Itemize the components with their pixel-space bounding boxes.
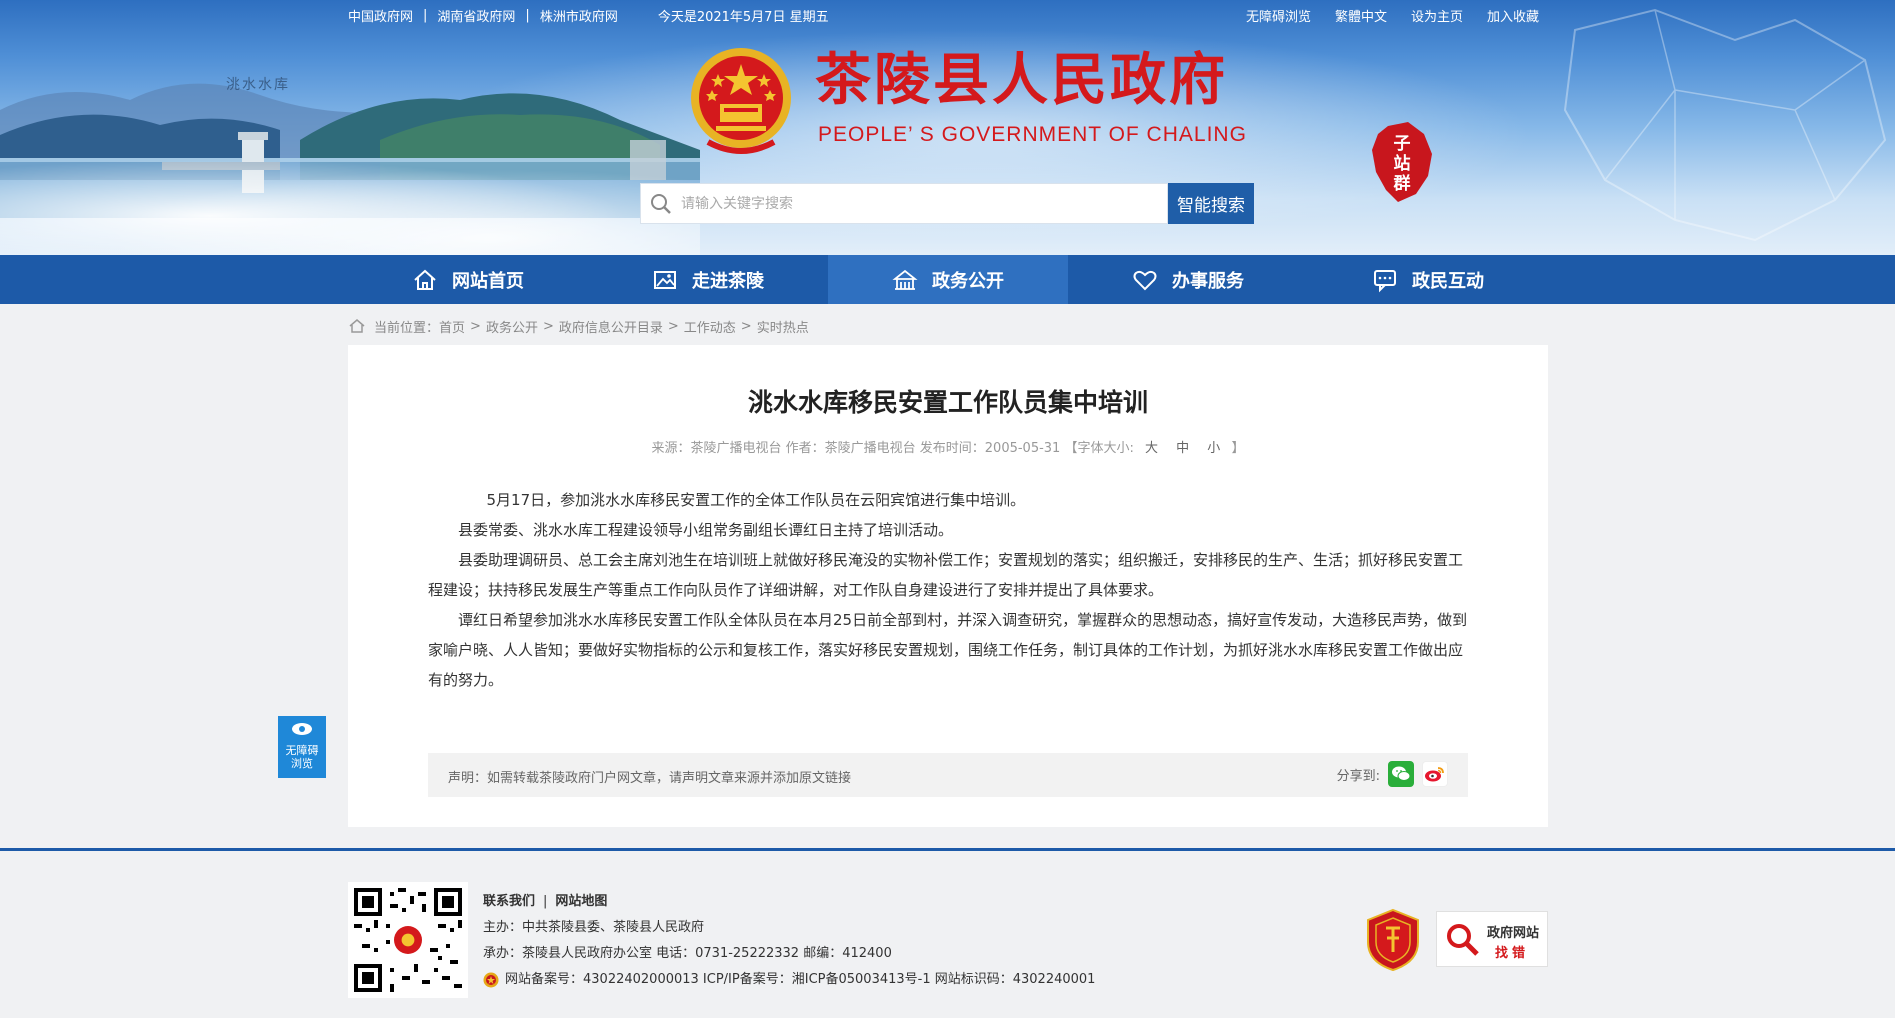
footer-record: 网站备案号：43022402000013 ICP/IP备案号：湘ICP备0500…: [505, 972, 1096, 987]
qr-code: [348, 882, 468, 998]
heart-icon: [1133, 270, 1157, 290]
clouds: [0, 150, 700, 255]
building-icon: [892, 269, 918, 290]
footer-links: 联系我们 | 网站地图: [483, 889, 1095, 915]
paragraph: 谭红日希望参加洮水水库移民安置工作队全体队员在本月25日前全部到村，并深入调查研…: [428, 611, 1468, 689]
font-size-large[interactable]: 大: [1145, 441, 1158, 456]
statement-text: 声明：如需转载茶陵政府门户网文章，请声明文章来源并添加原文链接: [448, 771, 852, 786]
article-body: 5月17日，参加洮水水库移民安置工作的全体工作队员在云阳宾馆进行集中培训。 县委…: [428, 485, 1468, 695]
nav-item-label: 走进茶陵: [692, 270, 764, 292]
paragraph: 5月17日，参加洮水水库移民安置工作的全体工作队员在云阳宾馆进行集中培训。: [486, 491, 1026, 509]
add-favorite-link[interactable]: 加入收藏: [1487, 6, 1539, 25]
home-icon: [414, 269, 436, 290]
footer-sponsor: 主办：中共茶陵县委、茶陵县人民政府: [483, 920, 705, 935]
eye-icon: [292, 723, 312, 735]
scene-label: 洮水水库: [226, 77, 290, 93]
accessibility-float-button[interactable]: 无障碍 浏览: [278, 716, 326, 778]
link-gov-hunan[interactable]: 湖南省政府网: [437, 6, 515, 25]
search-box: [640, 183, 1168, 224]
wechat-icon[interactable]: [1388, 761, 1414, 787]
find-error-button[interactable]: 政府网站 找错: [1436, 911, 1548, 967]
main-nav: 网站首页 走进茶陵 政务公开 办事服务 政民互动: [0, 255, 1895, 304]
findbug-line1: 政府网站: [1487, 926, 1540, 941]
accessibility-line2: 浏览: [291, 757, 313, 770]
breadcrumb-hot-topics[interactable]: 实时热点: [757, 317, 809, 336]
footer-record-line: 网站备案号：43022402000013 ICP/IP备案号：湘ICP备0500…: [483, 967, 1095, 993]
breadcrumb-gov-affairs[interactable]: 政务公开: [486, 317, 538, 336]
contact-us-link[interactable]: 联系我们: [483, 894, 535, 909]
accessibility-link[interactable]: 无障碍浏览: [1246, 6, 1311, 25]
site-subtitle: PEOPLE’ S GOVERNMENT OF CHALING: [818, 123, 1247, 146]
smart-search-button[interactable]: 智能搜索: [1168, 183, 1254, 224]
breadcrumb-info-catalog[interactable]: 政府信息公开目录: [559, 317, 663, 336]
nav-item-label: 政民互动: [1412, 270, 1484, 292]
copyright-statement: 声明：如需转载茶陵政府门户网文章，请声明文章来源并添加原文链接 分享到:: [428, 753, 1468, 797]
separator: |: [525, 8, 530, 23]
today-date: 今天是2021年5月7日 星期五: [657, 10, 829, 25]
separator: |: [423, 8, 428, 23]
nav-item-gov-affairs[interactable]: 政务公开: [828, 255, 1068, 304]
paragraph: 县委常委、洮水水库工程建设领导小组常务副组长谭红日主持了培训活动。: [458, 521, 954, 539]
footer-organizer: 承办：茶陵县人民政府办公室 电话：0731-25222332 邮编：412400: [483, 946, 892, 961]
search-icon: [641, 193, 681, 215]
font-size-medium[interactable]: 中: [1176, 441, 1189, 456]
breadcrumb-separator: >: [667, 318, 679, 334]
meta-text: 来源：茶陵广播电视台 作者：茶陵广播电视台 发布时间：2005-05-31 【字…: [651, 441, 1134, 456]
search-bar: 智能搜索: [640, 183, 1254, 224]
sitemap-link[interactable]: 网站地图: [555, 894, 607, 909]
national-emblem-icon: [691, 48, 791, 154]
link-gov-zhuzhou[interactable]: 株洲市政府网: [540, 6, 618, 25]
findbug-line2: 找错: [1495, 946, 1530, 961]
subsite-label[interactable]: 子站群: [1392, 134, 1412, 194]
weibo-icon[interactable]: [1422, 761, 1448, 787]
nav-item-label: 政务公开: [932, 270, 1004, 292]
share-label: 分享到:: [1336, 768, 1380, 784]
share-bar: 分享到:: [1337, 761, 1448, 787]
county-map-outline: [1563, 8, 1887, 242]
accessibility-line1: 无障碍: [285, 744, 319, 757]
nav-item-services[interactable]: 办事服务: [1068, 255, 1308, 304]
footer-info: 联系我们 | 网站地图 主办：中共茶陵县委、茶陵县人民政府 承办：茶陵县人民政府办公…: [483, 889, 1095, 993]
nav-item-label: 办事服务: [1172, 270, 1244, 292]
picture-icon: [654, 270, 676, 289]
link-gov-china[interactable]: 中国政府网: [348, 6, 413, 25]
breadcrumb-home[interactable]: 首页: [439, 317, 465, 336]
qr-code-image: [354, 888, 462, 992]
footer: 联系我们 | 网站地图 主办：中共茶陵县委、茶陵县人民政府 承办：茶陵县人民政府办公…: [0, 848, 1895, 1018]
nav-item-interaction[interactable]: 政民互动: [1308, 255, 1548, 304]
party-gov-badge-icon[interactable]: [1366, 908, 1420, 972]
article-panel: 洮水水库移民安置工作队员集中培训 来源：茶陵广播电视台 作者：茶陵广播电视台 发…: [348, 345, 1548, 827]
chat-icon: [1374, 269, 1396, 292]
font-size-small[interactable]: 小: [1207, 441, 1220, 456]
meta-end: 】: [1231, 441, 1245, 456]
breadcrumb-prefix: 当前位置：: [374, 320, 440, 336]
set-homepage-link[interactable]: 设为主页: [1411, 6, 1463, 25]
magnifier-icon: [1447, 924, 1479, 956]
home-icon: [349, 319, 365, 333]
breadcrumb-separator: >: [740, 318, 752, 334]
breadcrumb-work-news[interactable]: 工作动态: [684, 317, 736, 336]
breadcrumb-separator: >: [542, 318, 554, 334]
police-badge-icon: [483, 972, 499, 988]
top-bar: 中国政府网 | 湖南省政府网 | 株洲市政府网 今天是2021年5月7日 星期五…: [0, 6, 1895, 26]
article-meta: 来源：茶陵广播电视台 作者：茶陵广播电视台 发布时间：2005-05-31 【字…: [348, 437, 1548, 456]
traditional-chinese-link[interactable]: 繁體中文: [1335, 6, 1387, 25]
nav-item-about-chaling[interactable]: 走进茶陵: [588, 255, 828, 304]
breadcrumb: 当前位置： 首页 > 政务公开 > 政府信息公开目录 > 工作动态 > 实时热点: [348, 316, 809, 336]
search-input[interactable]: [681, 184, 1167, 223]
nav-item-label: 网站首页: [452, 270, 524, 292]
separator: |: [543, 894, 548, 909]
paragraph: 县委助理调研员、总工会主席刘池生在培训班上就做好移民淹没的实物补偿工作；安置规划…: [428, 551, 1464, 599]
site-title: 茶陵县人民政府: [815, 47, 1228, 113]
nav-item-home[interactable]: 网站首页: [348, 255, 588, 304]
article-title: 洮水水库移民安置工作队员集中培训: [747, 388, 1148, 417]
breadcrumb-separator: >: [470, 318, 481, 334]
